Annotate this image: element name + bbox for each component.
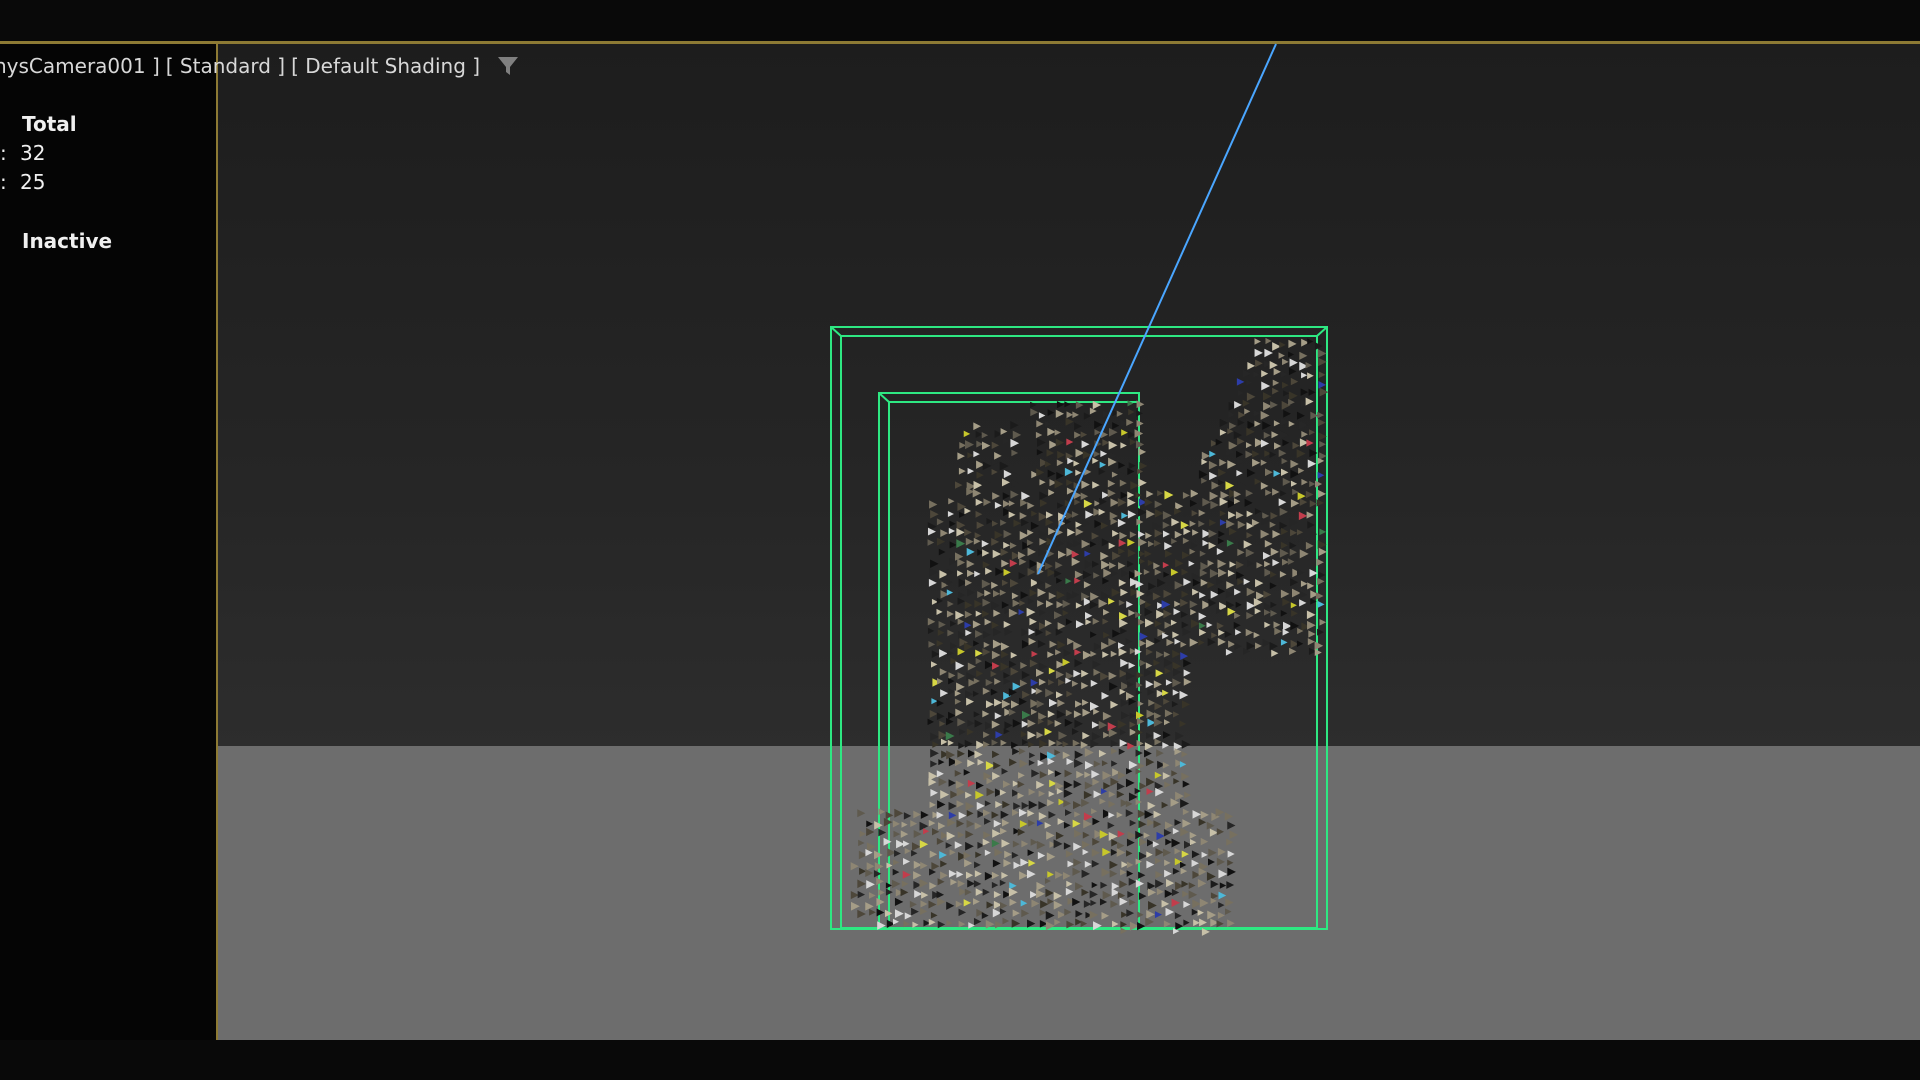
top-toolbar-area (0, 0, 1920, 42)
stats-row-2-value: 25 (20, 170, 46, 194)
stats-row-2-label: : (0, 170, 7, 194)
bottom-status-area (0, 1040, 1920, 1080)
viewport-mode-label[interactable]: [ Standard ] (166, 54, 291, 78)
ground-plane (218, 746, 1920, 1040)
3d-viewport[interactable] (216, 44, 1920, 1040)
app-window: nysCamera001 ] [ Standard ] [ Default Sh… (0, 0, 1920, 1080)
filter-icon[interactable] (496, 54, 520, 78)
stats-total-heading: Total (22, 112, 77, 136)
shading-mode-label[interactable]: [ Default Shading ] (291, 54, 486, 78)
stats-state: Inactive (22, 229, 113, 253)
camera-name-label[interactable]: nysCamera001 ] (0, 54, 166, 78)
stats-row-1-value: 32 (20, 141, 46, 165)
stats-row-1-label: : (0, 141, 7, 165)
viewport-label[interactable]: nysCamera001 ] [ Standard ] [ Default Sh… (0, 53, 520, 79)
